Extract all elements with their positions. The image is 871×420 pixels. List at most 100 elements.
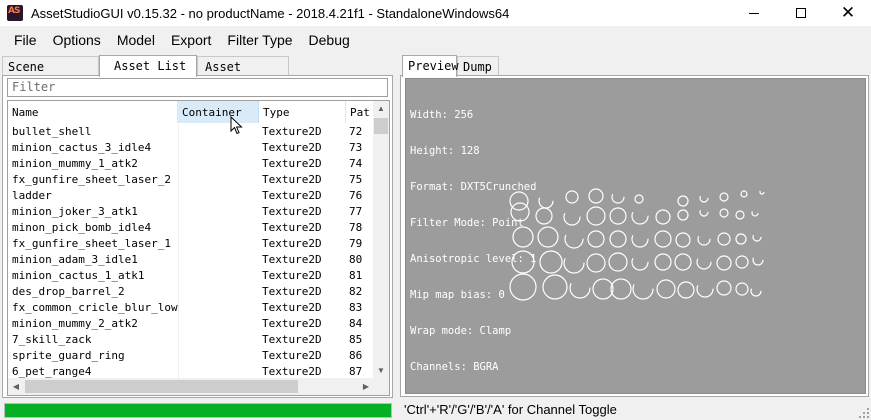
row-type: Texture2D [262, 317, 322, 330]
row-path: 73 [349, 141, 363, 154]
tab-asset-classes[interactable]: Asset Classes [197, 56, 289, 94]
tab-dump[interactable]: Dump [457, 56, 499, 76]
resize-grip-icon[interactable] [859, 408, 869, 418]
right-tab-strip: Preview Dump [402, 55, 499, 77]
row-name: ladder [12, 189, 52, 202]
vertical-scrollbar[interactable]: ▲ ▼ [373, 101, 389, 379]
row-container [178, 316, 258, 332]
row-type: Texture2D [262, 157, 322, 170]
tab-asset-list[interactable]: Asset List [99, 55, 197, 77]
table-row[interactable]: minion_joker_3_atk1 Texture2D 77 [8, 204, 374, 220]
row-type: Texture2D [262, 333, 322, 346]
menu-export[interactable]: Export [163, 29, 219, 51]
row-container [178, 124, 258, 140]
table-row[interactable]: minion_mummy_1_atk2 Texture2D 74 [8, 156, 374, 172]
row-path: 77 [349, 205, 363, 218]
row-container [178, 284, 258, 300]
table-row[interactable]: 7_skill_zack Texture2D 85 [8, 332, 374, 348]
table-row[interactable]: bullet_shell Texture2D 72 [8, 124, 374, 140]
row-container [178, 156, 258, 172]
close-icon: ✕ [840, 2, 856, 23]
row-name: fx_gunfire_sheet_laser_1 [12, 237, 171, 250]
asset-list[interactable]: Name Container Type Pat bullet_shell Text… [7, 100, 390, 396]
menu-file[interactable]: File [6, 29, 45, 51]
scroll-right-icon[interactable]: ▶ [358, 378, 374, 395]
column-header-container[interactable]: Container [178, 101, 259, 123]
table-row[interactable]: fx_gunfire_sheet_laser_1 Texture2D 79 [8, 236, 374, 252]
row-name: minion_cactus_3_idle4 [12, 141, 152, 154]
tab-scene-hierarchy[interactable]: Scene Hierarchy [2, 56, 99, 94]
table-row[interactable]: minion_cactus_3_idle4 Texture2D 73 [8, 140, 374, 156]
scroll-down-icon[interactable]: ▼ [373, 363, 389, 379]
list-rows: bullet_shell Texture2D 72 minion_cactus_3_i… [8, 124, 374, 380]
row-name: minon_pick_bomb_idle4 [12, 221, 152, 234]
row-path: 85 [349, 333, 363, 346]
row-name: fx_gunfire_sheet_laser_2 [12, 173, 171, 186]
row-container [178, 348, 258, 364]
table-row[interactable]: ladder Texture2D 76 [8, 188, 374, 204]
maximize-button[interactable] [778, 0, 824, 26]
close-button[interactable]: ✕ [825, 0, 871, 26]
row-type: Texture2D [262, 141, 322, 154]
vertical-scroll-thumb[interactable] [374, 118, 388, 134]
row-type: Texture2D [262, 173, 322, 186]
table-row[interactable]: fx_common_cricle_blur_low Texture2D 83 [8, 300, 374, 316]
row-name: minion_mummy_1_atk2 [12, 157, 138, 170]
row-container [178, 252, 258, 268]
horizontal-scroll-thumb[interactable] [25, 380, 298, 393]
horizontal-scrollbar[interactable]: ◀ ▶ [8, 378, 374, 395]
menu-debug[interactable]: Debug [301, 29, 358, 51]
row-name: minion_adam_3_idle1 [12, 253, 138, 266]
row-container [178, 140, 258, 156]
row-path: 84 [349, 317, 363, 330]
menu-filter-type[interactable]: Filter Type [219, 29, 300, 51]
table-row[interactable]: fx_gunfire_sheet_laser_2 Texture2D 75 [8, 172, 374, 188]
table-row[interactable]: minion_mummy_2_atk2 Texture2D 84 [8, 316, 374, 332]
minimize-button[interactable] [731, 0, 777, 26]
texture-image [509, 188, 765, 301]
row-type: Texture2D [262, 237, 322, 250]
row-type: Texture2D [262, 205, 322, 218]
column-header-path[interactable]: Pat [346, 101, 374, 123]
row-path: 78 [349, 221, 363, 234]
row-name: minion_mummy_2_atk2 [12, 317, 138, 330]
row-path: 76 [349, 189, 363, 202]
title-bar: AS AssetStudioGUI v0.15.32 - no productN… [0, 0, 871, 26]
table-row[interactable]: minon_pick_bomb_idle4 Texture2D 78 [8, 220, 374, 236]
row-container [178, 204, 258, 220]
row-type: Texture2D [262, 269, 322, 282]
row-name: fx_common_cricle_blur_low [12, 301, 178, 314]
table-row[interactable]: minion_adam_3_idle1 Texture2D 80 [8, 252, 374, 268]
row-type: Texture2D [262, 301, 322, 314]
row-path: 81 [349, 269, 363, 282]
table-row[interactable]: sprite_guard_ring Texture2D 86 [8, 348, 374, 364]
column-header-name[interactable]: Name [8, 101, 178, 123]
row-type: Texture2D [262, 349, 322, 362]
row-path: 74 [349, 157, 363, 170]
menu-model[interactable]: Model [109, 29, 163, 51]
row-container [178, 268, 258, 284]
row-type: Texture2D [262, 125, 322, 138]
row-path: 80 [349, 253, 363, 266]
scroll-left-icon[interactable]: ◀ [8, 378, 24, 395]
texture-preview[interactable]: Width: 256 Height: 128 Format: DXT5Crunc… [405, 78, 866, 394]
row-name: minion_joker_3_atk1 [12, 205, 138, 218]
row-name: sprite_guard_ring [12, 349, 125, 362]
window-title: AssetStudioGUI v0.15.32 - no productName… [31, 5, 510, 21]
menu-options[interactable]: Options [45, 29, 109, 51]
row-path: 79 [349, 237, 363, 250]
filter-input[interactable]: Filter [7, 78, 388, 97]
row-path: 86 [349, 349, 363, 362]
scroll-up-icon[interactable]: ▲ [373, 101, 389, 117]
preview-panel: Width: 256 Height: 128 Format: DXT5Crunc… [400, 75, 869, 397]
column-header-type[interactable]: Type [259, 101, 346, 123]
tab-preview[interactable]: Preview [402, 55, 459, 77]
table-row[interactable]: des_drop_barrel_2 Texture2D 82 [8, 284, 374, 300]
progress-fill [5, 404, 391, 417]
row-name: minion_cactus_1_atk1 [12, 269, 145, 282]
table-row[interactable]: minion_cactus_1_atk1 Texture2D 81 [8, 268, 374, 284]
mouse-cursor-icon [230, 116, 243, 135]
app-icon: AS [7, 5, 23, 21]
scroll-corner [373, 378, 389, 395]
status-text: 'Ctrl'+'R'/'G'/'B'/'A' for Channel Toggl… [404, 402, 617, 417]
